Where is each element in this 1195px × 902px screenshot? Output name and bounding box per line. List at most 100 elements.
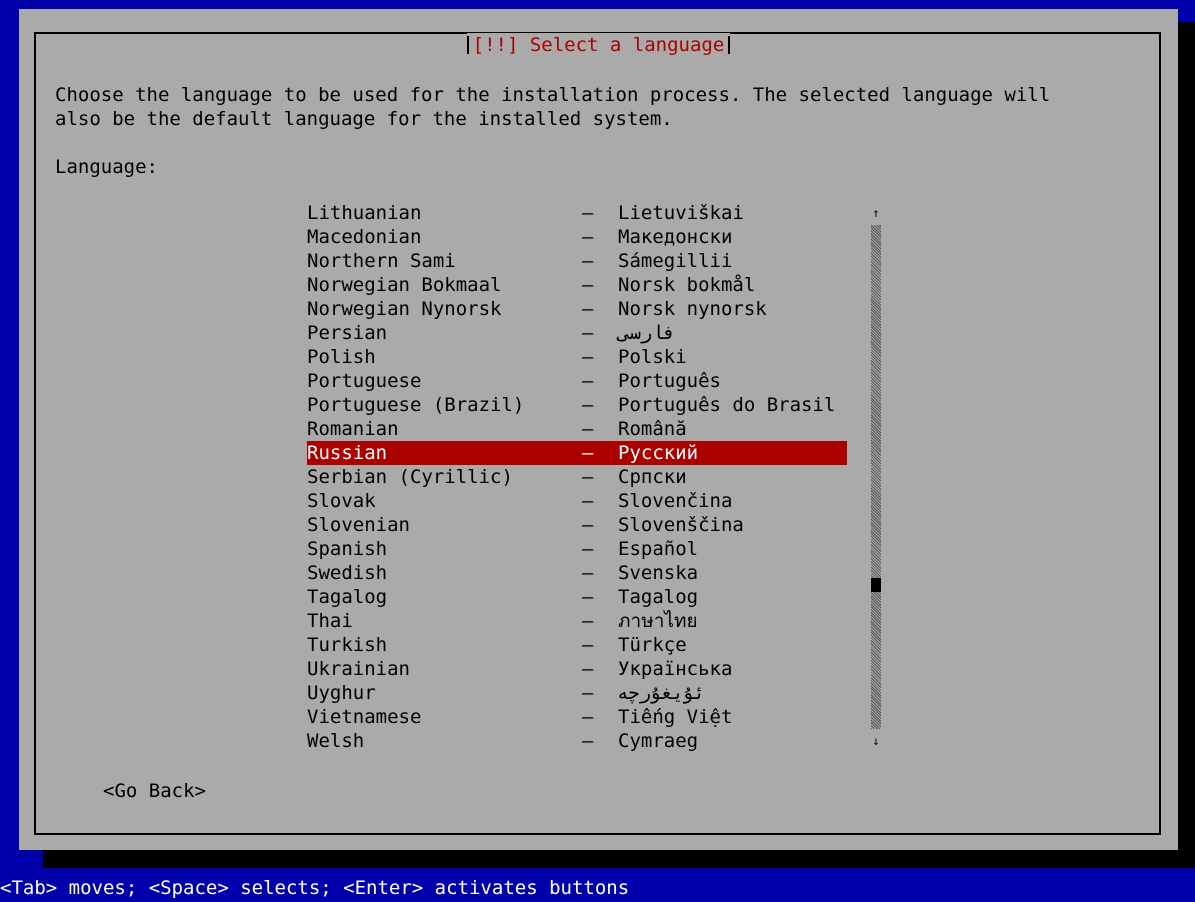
go-back-button[interactable]: <Go Back>	[103, 779, 206, 803]
language-separator: –	[582, 346, 594, 368]
language-separator: –	[582, 202, 594, 224]
language-separator: –	[582, 466, 594, 488]
language-item[interactable]: Turkish – Türkçe	[307, 633, 847, 657]
language-native-name: Norsk nynorsk	[618, 298, 767, 320]
language-item[interactable]: Macedonian – Македонски	[307, 225, 847, 249]
language-separator: –	[582, 658, 594, 680]
language-separator: –	[582, 538, 594, 560]
language-native-name: Türkçe	[618, 634, 687, 656]
language-item[interactable]: Persian – فارسی	[307, 321, 847, 345]
language-native-name: ภาษาไทย	[618, 610, 698, 632]
language-native-name: Русский	[618, 442, 699, 464]
language-native-name: Sámegillii	[618, 250, 733, 272]
language-separator: –	[582, 514, 594, 536]
language-item[interactable]: Portuguese (Brazil) – Português do Brasil	[307, 393, 847, 417]
language-separator: –	[582, 634, 594, 656]
language-separator: –	[582, 418, 594, 440]
scrollbar-thumb[interactable]	[871, 578, 881, 592]
language-separator: –	[582, 730, 594, 752]
language-item[interactable]: Norwegian Nynorsk – Norsk nynorsk	[307, 297, 847, 321]
language-english-name: Macedonian	[307, 226, 422, 248]
language-separator: –	[582, 586, 594, 608]
language-english-name: Serbian (Cyrillic)	[307, 466, 513, 488]
language-english-name: Ukrainian	[307, 658, 410, 680]
language-english-name: Persian	[307, 322, 388, 344]
language-separator: –	[582, 322, 594, 344]
language-item[interactable]: Portuguese – Português	[307, 369, 847, 393]
language-separator: –	[582, 394, 594, 416]
language-english-name: Northern Sami	[307, 250, 456, 272]
language-native-name: Cymraeg	[618, 730, 699, 752]
language-item[interactable]: Tagalog – Tagalog	[307, 585, 847, 609]
language-item[interactable]: Swedish – Svenska	[307, 561, 847, 585]
language-english-name: Polish	[307, 346, 376, 368]
language-english-name: Vietnamese	[307, 706, 422, 728]
language-english-name: Romanian	[307, 418, 399, 440]
language-item[interactable]: Romanian – Română	[307, 417, 847, 441]
language-separator: –	[582, 610, 594, 632]
language-native-name: Lietuviškai	[618, 202, 744, 224]
language-english-name: Portuguese	[307, 370, 422, 392]
language-english-name: Welsh	[307, 730, 365, 752]
language-native-name: Português	[618, 370, 721, 392]
language-separator: –	[582, 706, 594, 728]
language-english-name: Portuguese (Brazil)	[307, 394, 525, 416]
language-item[interactable]: Serbian (Cyrillic) – Српски	[307, 465, 847, 489]
scroll-down-arrow-icon[interactable]: ↓	[870, 729, 882, 753]
language-english-name: Turkish	[307, 634, 388, 656]
language-english-name: Lithuanian	[307, 202, 422, 224]
language-item[interactable]: Thai – ภาษาไทย	[307, 609, 847, 633]
language-item[interactable]: Slovenian – Slovenščina	[307, 513, 847, 537]
language-native-name: Tagalog	[618, 586, 699, 608]
language-english-name: Tagalog	[307, 586, 388, 608]
language-item[interactable]: Northern Sami – Sámegillii	[307, 249, 847, 273]
language-item[interactable]: Uyghur – ئۇيغۇرچە	[307, 681, 847, 705]
language-english-name: Russian	[307, 442, 388, 464]
language-english-name: Spanish	[307, 538, 388, 560]
language-english-name: Thai	[307, 610, 353, 632]
language-item[interactable]: Norwegian Bokmaal – Norsk bokmål	[307, 273, 847, 297]
language-native-name: Slovenščina	[618, 514, 744, 536]
help-bar: <Tab> moves; <Space> selects; <Enter> ac…	[0, 877, 630, 899]
scroll-up-arrow-icon[interactable]: ↑	[870, 201, 882, 225]
language-english-name: Norwegian Bokmaal	[307, 274, 502, 296]
language-dialog: [!!] Select a language Choose the langua…	[19, 9, 1178, 850]
language-english-name: Uyghur	[307, 682, 376, 704]
language-english-name: Swedish	[307, 562, 388, 584]
language-list-label: Language:	[55, 156, 158, 178]
language-english-name: Norwegian Nynorsk	[307, 298, 502, 320]
language-item[interactable]: Lithuanian – Lietuviškai	[307, 201, 847, 225]
language-native-name: Português do Brasil	[618, 394, 836, 416]
language-list[interactable]: Lithuanian – Lietuviškai Macedonian – Македон…	[307, 201, 847, 753]
language-native-name: فارسی	[618, 322, 676, 344]
language-item[interactable]: Welsh – Cymraeg	[307, 729, 847, 753]
language-native-name: Українська	[618, 658, 733, 680]
language-item[interactable]: Russian – Русский	[307, 441, 847, 465]
language-native-name: ئۇيغۇرچە	[618, 682, 706, 704]
language-native-name: Norsk bokmål	[618, 274, 756, 296]
language-separator: –	[582, 562, 594, 584]
dialog-description: Choose the language to be used for the i…	[55, 84, 1051, 130]
language-item[interactable]: Polish – Polski	[307, 345, 847, 369]
language-separator: –	[582, 250, 594, 272]
language-separator: –	[582, 490, 594, 512]
language-native-name: Српски	[618, 466, 687, 488]
language-separator: –	[582, 274, 594, 296]
language-item[interactable]: Slovak – Slovenčina	[307, 489, 847, 513]
language-separator: –	[582, 682, 594, 704]
language-item[interactable]: Vietnamese – Tiếng Việt	[307, 705, 847, 729]
language-native-name: Español	[618, 538, 699, 560]
language-native-name: Svenska	[618, 562, 699, 584]
language-separator: –	[582, 370, 594, 392]
language-separator: –	[582, 226, 594, 248]
language-item[interactable]: Ukrainian – Українська	[307, 657, 847, 681]
language-item[interactable]: Spanish – Español	[307, 537, 847, 561]
language-english-name: Slovenian	[307, 514, 410, 536]
language-native-name: Polski	[618, 346, 687, 368]
language-separator: –	[582, 442, 594, 464]
scrollbar-track[interactable]	[871, 225, 881, 729]
language-english-name: Slovak	[307, 490, 376, 512]
language-separator: –	[582, 298, 594, 320]
language-native-name: Slovenčina	[618, 490, 733, 512]
language-native-name: Română	[618, 418, 687, 440]
